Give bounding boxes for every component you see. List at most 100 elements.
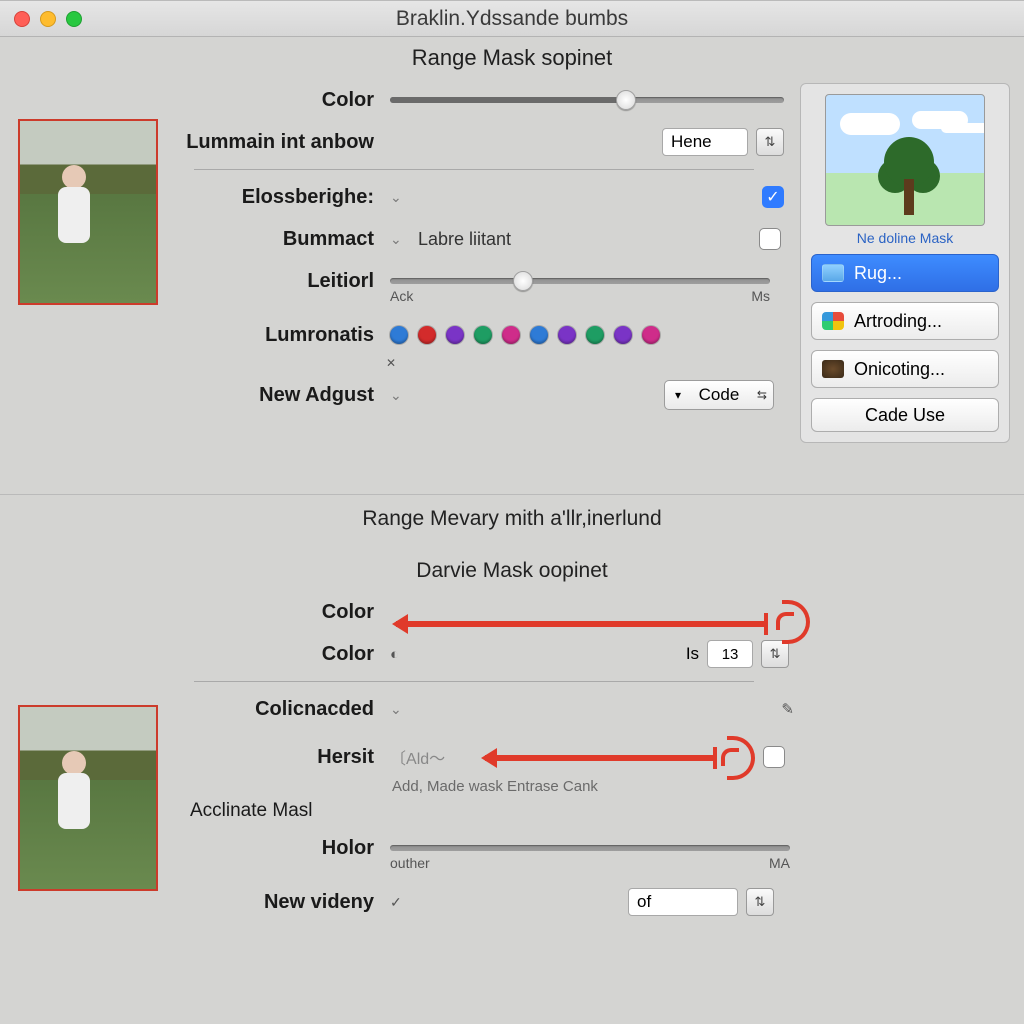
panel-range-mevary: Range Mevary mith a'llr,inerlund Darvie … (0, 494, 1024, 1024)
label-color-b: Color (170, 643, 380, 666)
color-swatch[interactable] (446, 326, 464, 344)
color-swatch[interactable] (418, 326, 436, 344)
label-newvidery: New videny (170, 891, 380, 914)
disclosure-icon[interactable]: ⌄ (390, 701, 404, 718)
label-color: Color (170, 89, 380, 112)
row-color: Color (170, 79, 784, 121)
sidebar-item-onicoting[interactable]: Onicoting... (811, 350, 999, 388)
hersit-help-text: Add, Made wask Entrase Cank (392, 778, 854, 795)
label-bummact: Bummact (170, 228, 380, 251)
label-leitiorl: Leitiorl (170, 270, 380, 293)
check-icon: ✓ (390, 894, 404, 911)
dropdown-value: Code (699, 385, 740, 405)
panel-title: Range Mevary mith a'llr,inerlund (0, 495, 1024, 537)
landscape-icon (822, 264, 844, 282)
sidebar-item-rug[interactable]: Rug... (811, 254, 999, 292)
preset-caption: Ne doline Mask (811, 230, 999, 246)
color-swatch[interactable] (502, 326, 520, 344)
minimize-button[interactable] (40, 11, 56, 27)
row-eloss: Elossberighe: ⌄ ✓ (170, 176, 784, 218)
color-swatch[interactable] (614, 326, 632, 344)
cade-use-button[interactable]: Cade Use (811, 398, 999, 432)
panel-range-mask: Braklin.Ydssande bumbs Range Mask sopine… (0, 0, 1024, 494)
thumbnail-column (0, 75, 170, 305)
color-swatch[interactable] (530, 326, 548, 344)
color-value-input[interactable]: 13 (707, 640, 753, 668)
panel-heading: Darvie Mask oopinet (0, 537, 1024, 587)
info-icon[interactable]: ◐ (390, 646, 399, 663)
disclosure-icon[interactable]: ⌄ (390, 387, 404, 404)
leitiorl-slider[interactable]: Ack Ms (390, 272, 770, 290)
slider-max-label: Ms (751, 288, 770, 304)
sidebar-item-artroding[interactable]: Artroding... (811, 302, 999, 340)
window-title: Braklin.Ydssande bumbs (0, 7, 1024, 31)
row-acclinate: Acclinate Masl (170, 795, 854, 827)
lummain-stepper[interactable]: ⇅ (756, 128, 784, 156)
label-holor: Holor (170, 837, 380, 860)
settings-column: Color Color ◐ Is 13 ⇅ Colicnacded (170, 587, 1024, 923)
row-leitiorl: Leitiorl Ack Ms (170, 260, 784, 302)
hersit-inline-text: 〔Ald〜 (390, 745, 445, 769)
disclosure-icon[interactable]: ⌄ (390, 189, 404, 206)
color-swatch[interactable] (558, 326, 576, 344)
color-swatch[interactable] (586, 326, 604, 344)
row-colicnacded: Colicnacded ⌄ ✎ (170, 688, 854, 730)
image-thumbnail[interactable] (18, 705, 158, 891)
color-swatches[interactable] (390, 326, 660, 344)
row-lummain: Lummain int anbow Hene ⇅ (170, 121, 784, 163)
preset-preview[interactable] (825, 94, 985, 226)
sidebar-item-label: Onicoting... (854, 359, 945, 380)
holor-slider[interactable]: outher MA (390, 839, 790, 857)
newvidery-input[interactable]: of (628, 888, 738, 916)
sidebar-item-label: Artroding... (854, 311, 942, 332)
dropdown-caret-icon: ⇆ (757, 388, 767, 402)
row-holor: Holor outher MA (170, 827, 854, 869)
panel-heading: Range Mask sopinet (0, 37, 1024, 75)
row-newvidery: New videny ✓ of ⇅ (170, 881, 854, 923)
label-lummain: Lummain int anbow (170, 131, 380, 154)
eloss-checkbox[interactable]: ✓ (762, 186, 784, 208)
color-is-label: Is (686, 644, 699, 664)
swatch-caption: ✕ (386, 356, 784, 370)
hersit-checkbox[interactable] (763, 746, 785, 768)
newadjust-dropdown[interactable]: ▾ Code ⇆ (664, 380, 774, 410)
bummact-checkbox[interactable] (759, 228, 781, 250)
row-newadjust: New Adgust ⌄ ▾ Code ⇆ (170, 374, 784, 416)
pencil-icon[interactable]: ✎ (781, 700, 794, 718)
color-swatch[interactable] (474, 326, 492, 344)
slider-min-label: Ack (390, 288, 413, 304)
bummact-inline-text: Labre liitant (418, 229, 511, 250)
label-hersit: Hersit (170, 746, 380, 769)
row-bummact: Bummact ⌄ Labre liitant (170, 218, 784, 260)
label-eloss: Elossberighe: (170, 186, 380, 209)
label-lumronatis: Lumronatis (170, 324, 380, 347)
settings-column: Color Lummain int anbow Hene ⇅ (170, 75, 792, 416)
newvidery-stepper[interactable]: ⇅ (746, 888, 774, 916)
row-color-a: Color (170, 591, 854, 633)
color-swatch[interactable] (390, 326, 408, 344)
sidebar-item-label: Rug... (854, 263, 902, 284)
palette-icon (822, 312, 844, 330)
lummain-input[interactable]: Hene (662, 128, 748, 156)
row-lumronatis: Lumronatis (170, 314, 784, 356)
sepia-icon (822, 360, 844, 378)
label-newadjust: New Adgust (170, 384, 380, 407)
thumbnail-column (0, 587, 170, 891)
preset-sidebar: Ne doline Mask Rug... Artroding... Onico… (800, 83, 1010, 443)
divider (194, 169, 754, 170)
color-swatch[interactable] (642, 326, 660, 344)
annotation-arrow (396, 621, 766, 627)
row-hersit: Hersit 〔Ald〜 (170, 736, 854, 778)
row-color-b: Color ◐ Is 13 ⇅ (170, 633, 854, 675)
slider-min-label: outher (390, 855, 430, 871)
color-slider[interactable] (390, 91, 784, 109)
label-acclinate: Acclinate Masl (190, 800, 319, 822)
disclosure-icon[interactable]: ⌄ (390, 231, 404, 248)
color-stepper[interactable]: ⇅ (761, 640, 789, 668)
label-color-a: Color (170, 601, 380, 624)
zoom-button[interactable] (66, 11, 82, 27)
titlebar[interactable]: Braklin.Ydssande bumbs (0, 1, 1024, 37)
image-thumbnail[interactable] (18, 119, 158, 305)
close-button[interactable] (14, 11, 30, 27)
window-traffic-lights (0, 11, 82, 27)
